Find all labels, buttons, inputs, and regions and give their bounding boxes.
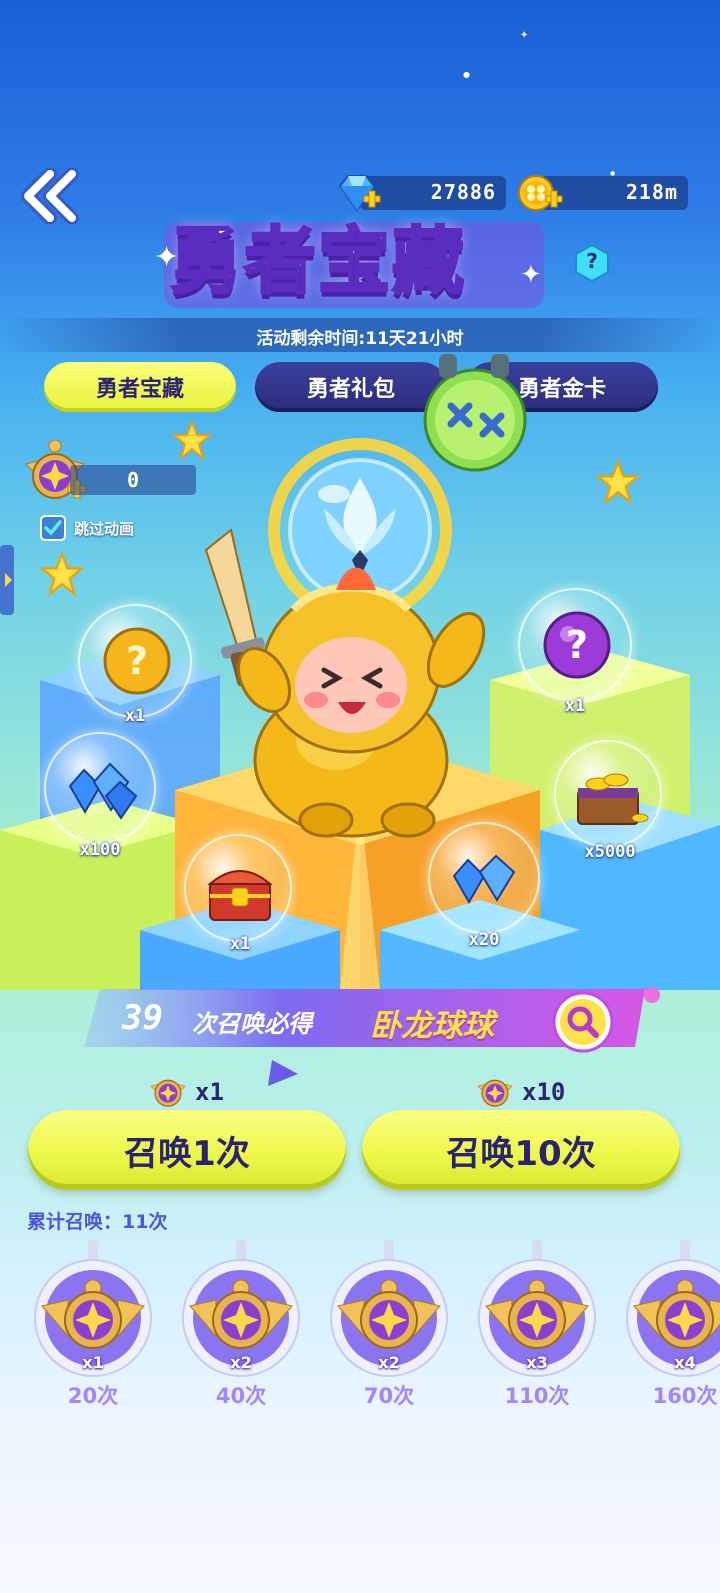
- guaranteed-reward-banner: 39 次召唤必得 卧龙球球: [80, 985, 660, 1053]
- gold-mystery-ball-icon: ?: [103, 627, 171, 695]
- reward-qty: x100: [79, 840, 121, 860]
- star-sparkle-icon: ●: [463, 70, 470, 79]
- blue-gems-pile-icon: [68, 762, 138, 820]
- star-sparkle-icon: ✦: [154, 240, 180, 275]
- summon-ten-label: 召唤10次: [446, 1133, 596, 1174]
- reward-qty: x1: [124, 706, 146, 726]
- blue-gems-pile-icon: [452, 854, 516, 905]
- coin-balance-value: 218m: [625, 180, 678, 204]
- single-summon-cost: x1: [145, 1072, 224, 1112]
- red-treasure-chest-icon: [207, 870, 273, 921]
- reward-bubble: [184, 834, 292, 942]
- yellow-star-icon: [40, 552, 84, 596]
- treasure-chest-coins-icon: [577, 773, 649, 825]
- reward-qty: x5000: [584, 842, 636, 862]
- milestone-threshold: 40次: [215, 1384, 267, 1408]
- yellow-star-icon: [596, 460, 640, 504]
- guarantee-text: 次召唤必得: [192, 1010, 312, 1038]
- summon-once-button[interactable]: 召唤1次: [28, 1110, 346, 1190]
- milestone-qty: x2: [378, 1353, 400, 1372]
- ten-summon-cost: x10: [472, 1072, 565, 1112]
- summon-ticket-count: 0: [70, 465, 196, 495]
- reward-qty: x1: [229, 934, 251, 954]
- milestone-threshold: 110次: [504, 1384, 570, 1408]
- golden-knight-hero: [204, 528, 486, 838]
- reward-qty: x1: [564, 696, 586, 716]
- milestone-qty: x1: [82, 1353, 104, 1372]
- summon-medal-icon: [477, 1079, 513, 1107]
- milestone-threshold: 20次: [67, 1384, 119, 1408]
- reward-bubble: [44, 732, 156, 844]
- guarantee-count: 39: [122, 998, 163, 1038]
- tab-label: 勇者宝藏: [95, 377, 184, 402]
- skip-animation-checkbox[interactable]: [40, 515, 66, 541]
- double-chevron-left-icon: [21, 167, 79, 225]
- milestone-reward: x2 40次: [176, 1240, 306, 1410]
- milestone-reward: x1 20次: [28, 1240, 158, 1410]
- svg-text:?: ?: [566, 623, 588, 667]
- summon-ten-button[interactable]: 召唤10次: [362, 1110, 680, 1190]
- skip-animation-toggle[interactable]: 跳过动画: [40, 515, 134, 541]
- single-summon-cost-value: x1: [195, 1078, 224, 1106]
- help-button[interactable]: ?: [573, 243, 611, 283]
- tab-label: 勇者礼包: [306, 377, 395, 402]
- milestone-qty: x2: [230, 1353, 252, 1372]
- event-title-text: 勇者宝藏: [168, 216, 466, 306]
- summon-once-label: 召唤1次: [124, 1133, 250, 1174]
- help-glyph: ?: [586, 249, 598, 273]
- ten-summon-cost-value: x10: [522, 1078, 566, 1106]
- checkmark-icon: [44, 520, 62, 536]
- skip-animation-label: 跳过动画: [74, 519, 135, 538]
- purple-mystery-ball-icon: ?: [543, 611, 611, 679]
- magnifier-icon: [552, 991, 614, 1053]
- total-summon-count: 累计召唤：11次: [27, 1211, 168, 1233]
- milestone-threshold: 160次: [652, 1384, 718, 1408]
- triangle-deco-icon: [268, 1060, 298, 1086]
- svg-text:?: ?: [126, 639, 148, 683]
- milestone-qty: x4: [674, 1353, 696, 1372]
- gem-balance-value: 27886: [430, 180, 496, 204]
- star-sparkle-icon: ✦: [520, 260, 542, 290]
- reward-bubble: [428, 822, 540, 934]
- view-prize-button[interactable]: [552, 991, 614, 1053]
- back-button[interactable]: [20, 167, 88, 225]
- milestone-qty: x3: [526, 1353, 548, 1372]
- guarantee-item-name: 卧龙球球: [370, 1008, 494, 1044]
- tab-hero-treasure[interactable]: 勇者宝藏: [44, 362, 236, 412]
- milestone-threshold: 70次: [363, 1384, 415, 1408]
- event-timer-text: 活动剩余时间:11天21小时: [256, 329, 464, 349]
- summon-medal-icon: [150, 1079, 186, 1107]
- reward-bubble: ?: [518, 588, 632, 702]
- reward-qty: x20: [468, 930, 500, 950]
- reward-bubble: ?: [78, 604, 192, 718]
- star-sparkle-icon: ✦: [520, 30, 529, 41]
- event-title: 勇者宝藏 ✦ ✦: [150, 210, 560, 320]
- milestone-reward: x2 70次: [324, 1240, 454, 1410]
- reward-bubble: [554, 740, 662, 848]
- milestone-reward: x4 160次: [620, 1240, 720, 1410]
- event-timer: 活动剩余时间:11天21小时: [0, 318, 720, 352]
- yellow-star-icon: [172, 420, 212, 460]
- milestone-reward: x3 110次: [472, 1240, 602, 1410]
